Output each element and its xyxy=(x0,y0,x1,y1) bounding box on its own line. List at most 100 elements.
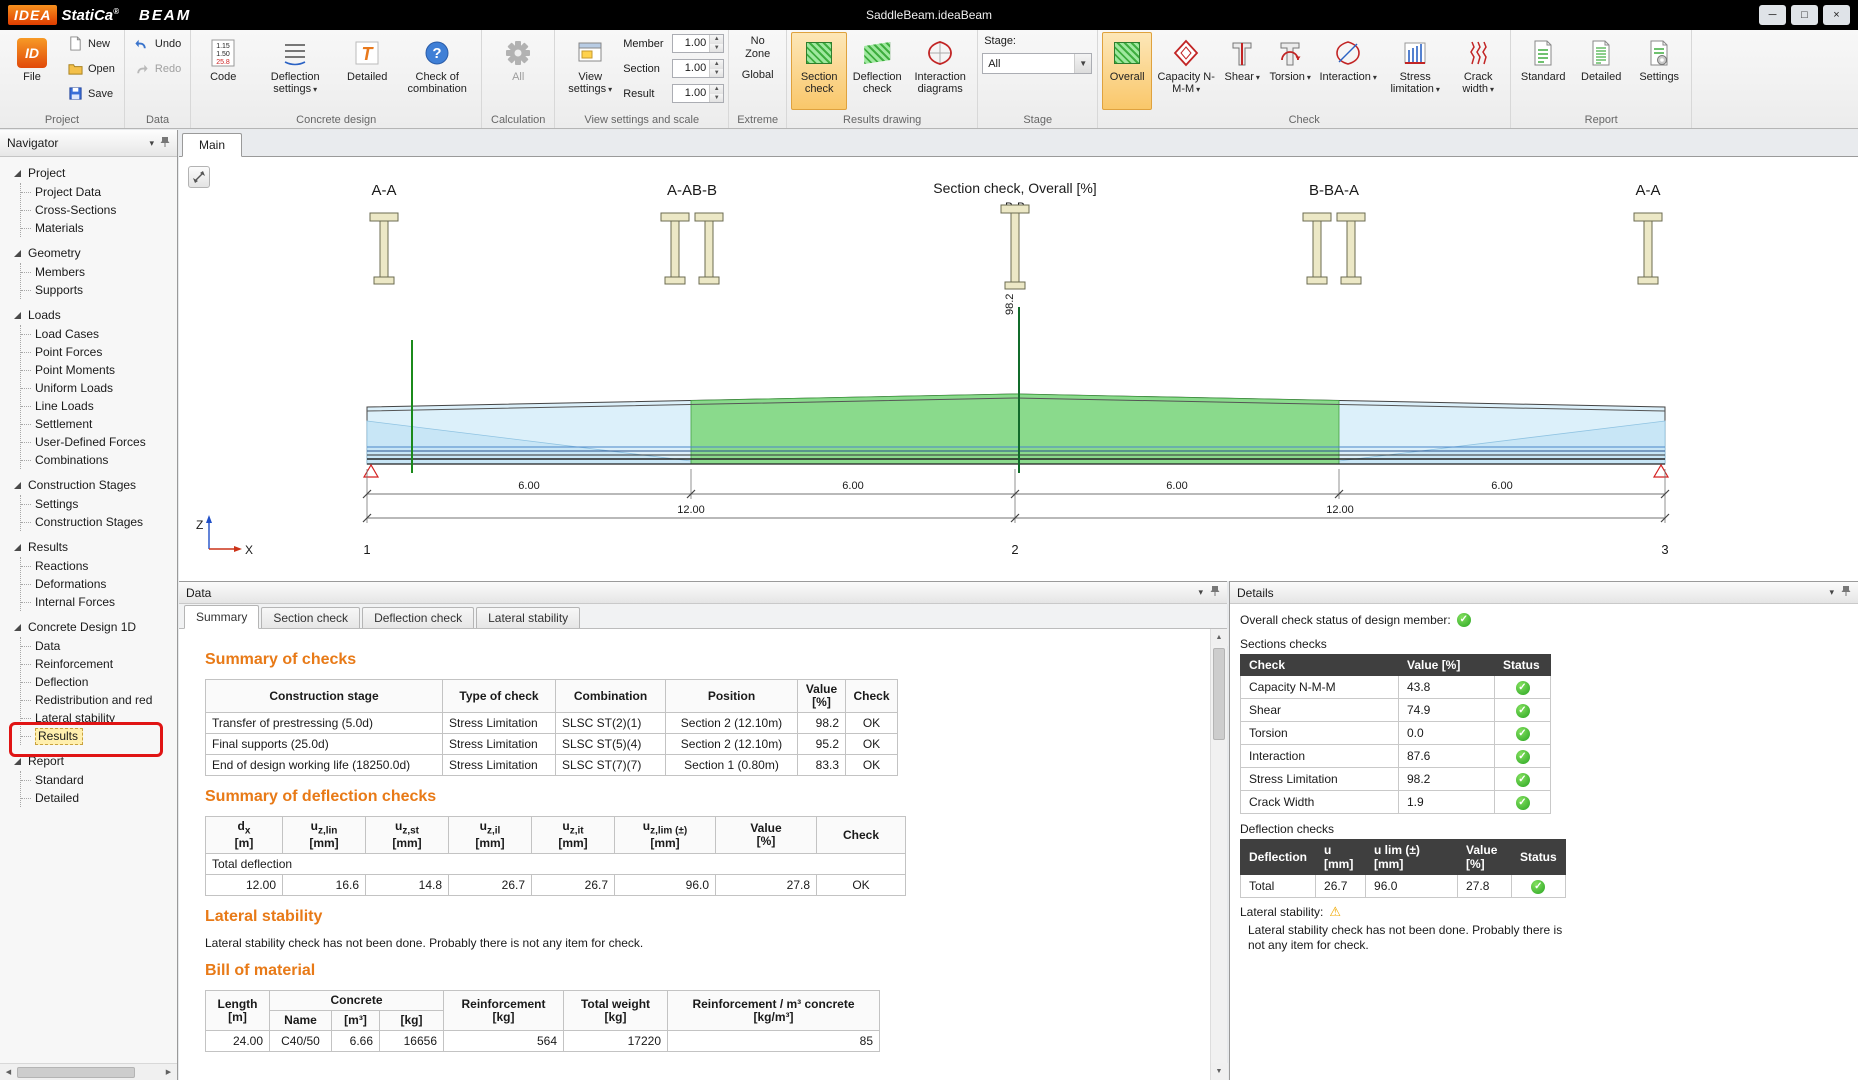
navigator-item-uniform-loads[interactable]: Uniform Loads xyxy=(21,379,177,397)
navigator-section-concrete-design-1d[interactable]: Concrete Design 1D xyxy=(0,617,177,637)
navigator-item-lateral-stability[interactable]: Lateral stability xyxy=(21,709,177,727)
tab-summary[interactable]: Summary xyxy=(184,605,259,629)
navigator-item-point-moments[interactable]: Point Moments xyxy=(21,361,177,379)
section-scale-input[interactable]: 1.00▲▼ xyxy=(672,59,724,78)
report-standard-button[interactable]: Standard xyxy=(1515,32,1571,110)
spinner-buttons[interactable]: ▲▼ xyxy=(709,35,723,52)
pin-icon[interactable] xyxy=(160,136,170,151)
report-detailed-button[interactable]: Detailed xyxy=(1573,32,1629,110)
navigator-section-project[interactable]: Project xyxy=(0,163,177,183)
navigator-item-deformations[interactable]: Deformations xyxy=(21,575,177,593)
navigator-item-point-forces[interactable]: Point Forces xyxy=(21,343,177,361)
navigator-item-members[interactable]: Members xyxy=(21,263,177,281)
extreme-no-zone-button[interactable]: NoZone xyxy=(737,32,778,64)
navigator-item-redistribution-and-red[interactable]: Redistribution and red xyxy=(21,691,177,709)
navigator-item-reinforcement[interactable]: Reinforcement xyxy=(21,655,177,673)
navigator-item-results[interactable]: Results xyxy=(21,727,177,745)
scrollbar-thumb[interactable] xyxy=(1213,648,1225,740)
file-button[interactable]: ID File xyxy=(4,32,60,110)
navigator-item-construction-stages[interactable]: Construction Stages xyxy=(21,513,177,531)
navigator-item-cross-sections[interactable]: Cross-Sections xyxy=(21,201,177,219)
interaction-diagrams-button[interactable]: Interaction diagrams xyxy=(907,32,973,110)
navigator-item-load-cases[interactable]: Load Cases xyxy=(21,325,177,343)
new-button[interactable]: New xyxy=(62,32,120,55)
pin-icon[interactable] xyxy=(1210,585,1220,600)
navigator-item-materials[interactable]: Materials xyxy=(21,219,177,237)
detailed-check-button[interactable]: T Detailed xyxy=(339,32,395,110)
navigator-item-reactions[interactable]: Reactions xyxy=(21,557,177,575)
result-scale-input[interactable]: 1.00▲▼ xyxy=(672,84,724,103)
navigator-item-deflection[interactable]: Deflection xyxy=(21,673,177,691)
expander-icon[interactable] xyxy=(14,482,21,489)
pin-icon[interactable] xyxy=(1841,585,1851,600)
check-crack-width-button[interactable]: Crack width▾ xyxy=(1450,32,1506,110)
navigator-section-construction-stages[interactable]: Construction Stages xyxy=(0,475,177,495)
navigator-item-supports[interactable]: Supports xyxy=(21,281,177,299)
check-stress-limitation-button[interactable]: Stress limitation▾ xyxy=(1382,32,1448,110)
scroll-up-button[interactable]: ▲ xyxy=(1211,629,1228,646)
vertical-scrollbar[interactable]: ▲ ▼ xyxy=(1210,629,1227,1080)
check-shear-button[interactable]: Shear▾ xyxy=(1220,32,1264,110)
member-scale-input[interactable]: 1.00▲▼ xyxy=(672,34,724,53)
navigator-item-detailed[interactable]: Detailed xyxy=(21,789,177,807)
chevron-down-icon[interactable]: ▾ xyxy=(1198,587,1203,598)
scrollbar-thumb[interactable] xyxy=(17,1067,135,1078)
chevron-down-icon: ▾ xyxy=(608,85,612,94)
scroll-right-button[interactable]: ▶ xyxy=(160,1064,177,1080)
navigator-section-results[interactable]: Results xyxy=(0,537,177,557)
tab-deflection-check[interactable]: Deflection check xyxy=(362,607,474,628)
code-button[interactable]: 1.151.5025.8 Code xyxy=(195,32,251,110)
expander-icon[interactable] xyxy=(14,544,21,551)
report-settings-button[interactable]: Settings xyxy=(1631,32,1687,110)
check-torsion-button[interactable]: Torsion▾ xyxy=(1266,32,1314,110)
tab-section-check[interactable]: Section check xyxy=(261,607,360,628)
open-button[interactable]: Open xyxy=(62,57,120,80)
deflection-check-button[interactable]: Deflection check xyxy=(849,32,905,110)
redo-button[interactable]: Redo xyxy=(129,57,186,80)
scroll-down-button[interactable]: ▼ xyxy=(1211,1063,1228,1080)
navigator-item-user-defined-forces[interactable]: User-Defined Forces xyxy=(21,433,177,451)
deflection-settings-button[interactable]: Deflection settings▾ xyxy=(253,32,337,110)
navigator-item-combinations[interactable]: Combinations xyxy=(21,451,177,469)
navigator-item-internal-forces[interactable]: Internal Forces xyxy=(21,593,177,611)
navigator-section-loads[interactable]: Loads xyxy=(0,305,177,325)
expander-icon[interactable] xyxy=(14,250,21,257)
beam-canvas[interactable]: Section check, Overall [%] A-A A-AB-B B-… xyxy=(179,157,1858,581)
tab-main[interactable]: Main xyxy=(182,133,242,157)
navigator-section-report[interactable]: Report xyxy=(0,751,177,771)
spinner-buttons[interactable]: ▲▼ xyxy=(709,85,723,102)
maximize-button[interactable]: □ xyxy=(1791,5,1818,25)
navigator-item-line-loads[interactable]: Line Loads xyxy=(21,397,177,415)
calculate-all-button[interactable]: All xyxy=(486,32,550,110)
navigator-item-standard[interactable]: Standard xyxy=(21,771,177,789)
chevron-down-icon[interactable]: ▾ xyxy=(149,138,154,149)
chevron-down-icon[interactable]: ▼ xyxy=(1074,54,1091,73)
expander-icon[interactable] xyxy=(14,758,21,765)
save-button[interactable]: Save xyxy=(62,82,120,105)
expander-icon[interactable] xyxy=(14,624,21,631)
undo-button[interactable]: Undo xyxy=(129,32,186,55)
check-capacity-button[interactable]: Capacity N-M-M▾ xyxy=(1154,32,1218,110)
tab-lateral-stability[interactable]: Lateral stability xyxy=(476,607,580,628)
stage-select[interactable]: All ▼ xyxy=(982,53,1092,74)
minimize-button[interactable]: ─ xyxy=(1759,5,1786,25)
navigator-item-settings[interactable]: Settings xyxy=(21,495,177,513)
navigator-section-geometry[interactable]: Geometry xyxy=(0,243,177,263)
navigator-item-data[interactable]: Data xyxy=(21,637,177,655)
section-check-button[interactable]: Section check xyxy=(791,32,847,110)
navigator-item-settlement[interactable]: Settlement xyxy=(21,415,177,433)
expander-icon[interactable] xyxy=(14,170,21,177)
navigator-item-project-data[interactable]: Project Data xyxy=(21,183,177,201)
spinner-buttons[interactable]: ▲▼ xyxy=(709,60,723,77)
check-overall-button[interactable]: Overall xyxy=(1102,32,1152,110)
view-settings-button[interactable]: View settings▾ xyxy=(559,32,621,110)
extreme-global-button[interactable]: Global xyxy=(734,66,782,85)
close-button[interactable]: × xyxy=(1823,5,1850,25)
chevron-down-icon[interactable]: ▾ xyxy=(1829,587,1834,598)
expander-icon[interactable] xyxy=(14,312,21,319)
check-interaction-button[interactable]: Interaction▾ xyxy=(1316,32,1380,110)
scroll-left-button[interactable]: ◀ xyxy=(0,1064,17,1080)
horizontal-scrollbar[interactable]: ◀ ▶ xyxy=(0,1063,177,1080)
check-of-combination-button[interactable]: ? Check of combination xyxy=(397,32,477,110)
zoom-extents-button[interactable] xyxy=(188,166,210,188)
